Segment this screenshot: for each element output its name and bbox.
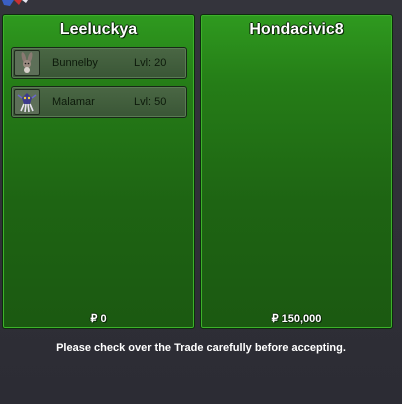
pokemon-name: Bunnelby xyxy=(52,57,98,69)
trade-notice: Please check over the Trade carefully be… xyxy=(56,342,346,354)
trade-panel-right: Hondacivic8 ₽ 150,000 xyxy=(200,14,393,329)
money-offer-left: ₽ 0 xyxy=(90,313,107,325)
trader-name-right: Hondacivic8 xyxy=(249,21,344,38)
pokemon-level: Lvl: 50 xyxy=(134,96,167,108)
pokemon-level: Lvl: 20 xyxy=(134,57,167,69)
money-offer-right: ₽ 150,000 xyxy=(271,313,322,325)
malamar-icon xyxy=(14,89,40,115)
trader-name-left: Leeluckya xyxy=(59,21,138,38)
pokemon-row-bunnelby[interactable]: Bunnelby Lvl: 20 xyxy=(11,47,187,79)
pokemon-name: Malamar xyxy=(52,96,95,108)
trade-window: Leeluckya Bunnelby Lvl: 20 Malamar Lvl: … xyxy=(0,0,402,404)
trade-panel-left: Leeluckya Bunnelby Lvl: 20 Malamar Lvl: … xyxy=(2,14,195,329)
partial-sprite-icon xyxy=(2,0,28,6)
bunnelby-icon xyxy=(14,50,40,76)
pokemon-row-malamar[interactable]: Malamar Lvl: 50 xyxy=(11,86,187,118)
